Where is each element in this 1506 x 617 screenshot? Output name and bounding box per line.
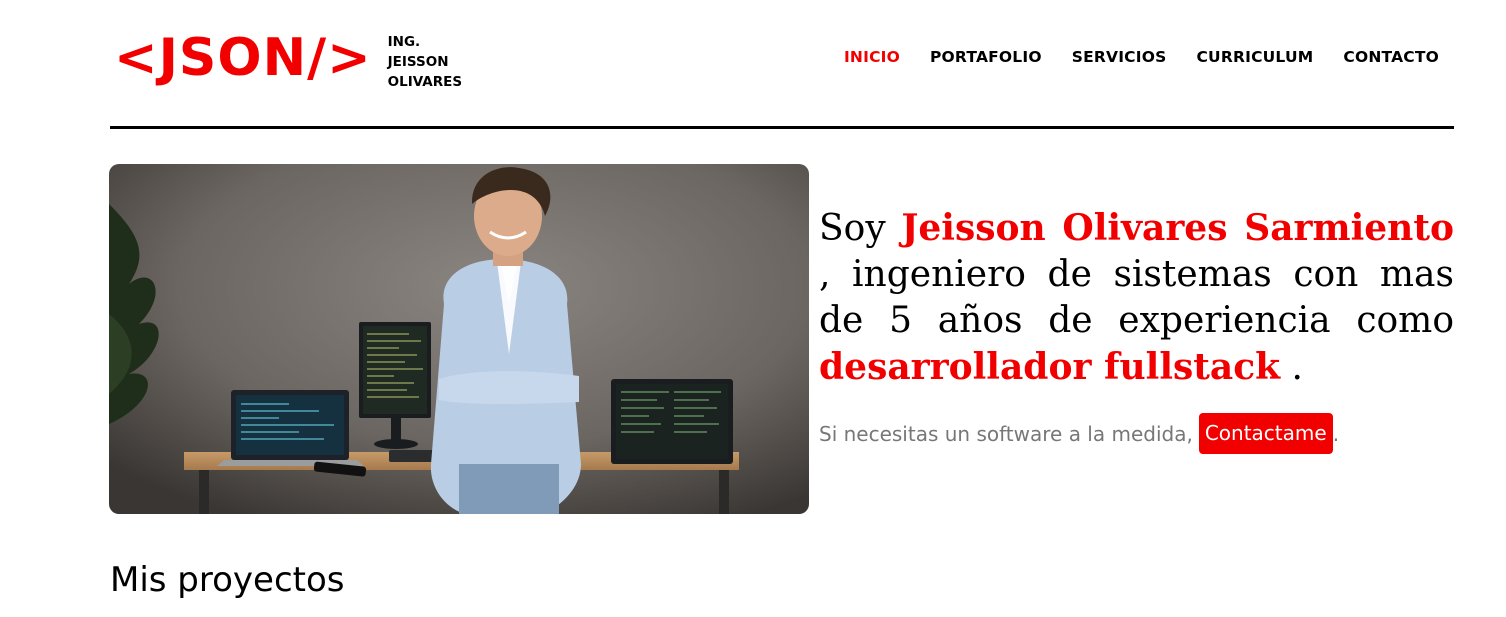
cta-end: .: [1332, 421, 1340, 446]
logo-line: JEISSON: [387, 54, 449, 70]
hero-photo: [109, 164, 809, 514]
intro-prefix: Soy: [819, 208, 886, 249]
developer-name: Jeisson Olivares Sarmiento: [901, 207, 1454, 249]
logo-mark: <JSON/>: [114, 28, 372, 88]
intro-statement: Soy Jeisson Olivares Sarmiento , ingenie…: [819, 205, 1454, 391]
cta-text: Si necesitas un software a la medida,: [819, 421, 1193, 446]
nav-item-curriculum[interactable]: CURRICULUM: [1196, 48, 1313, 66]
projects-title: Mis proyectos: [110, 560, 345, 600]
nav-item-portafolio[interactable]: PORTAFOLIO: [930, 48, 1042, 66]
nav-item-inicio[interactable]: INICIO: [844, 48, 900, 66]
logo[interactable]: <JSON/> ING. JEISSON OLIVARES: [114, 28, 462, 92]
intro-end: .: [1291, 347, 1303, 388]
nav-item-servicios[interactable]: SERVICIOS: [1072, 48, 1167, 66]
main-nav: INICIO PORTAFOLIO SERVICIOS CURRICULUM C…: [844, 48, 1439, 66]
nav-item-contacto[interactable]: CONTACTO: [1343, 48, 1439, 66]
site-header: <JSON/> ING. JEISSON OLIVARES INICIO POR…: [110, 0, 1454, 128]
hero-intro: Soy Jeisson Olivares Sarmiento , ingenie…: [819, 205, 1454, 454]
developer-role: desarrollador fullstack: [819, 346, 1281, 388]
logo-line: OLIVARES: [387, 74, 463, 90]
cta-line: Si necesitas un software a la medida, Co…: [819, 413, 1454, 454]
logo-subtitle: ING. JEISSON OLIVARES: [388, 32, 462, 92]
contact-button[interactable]: Contactame: [1198, 413, 1333, 454]
logo-line: ING.: [387, 34, 421, 50]
intro-middle: , ingeniero de sistemas con mas de 5 año…: [819, 254, 1454, 341]
header-divider: [110, 126, 1454, 129]
